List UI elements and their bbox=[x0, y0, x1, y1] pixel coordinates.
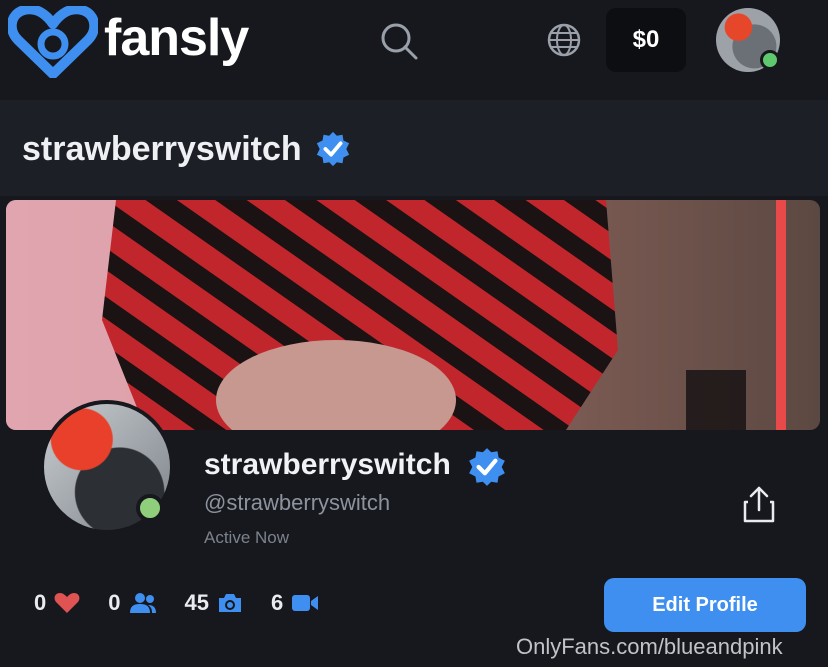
search-icon[interactable] bbox=[378, 20, 420, 62]
users-icon bbox=[129, 593, 156, 613]
likes-count: 0 bbox=[34, 590, 47, 615]
photos-stat[interactable]: 45 bbox=[185, 590, 243, 616]
verified-badge-icon bbox=[316, 131, 350, 167]
verified-badge-icon bbox=[469, 448, 505, 486]
share-icon[interactable] bbox=[740, 484, 778, 524]
fansly-logo-icon[interactable] bbox=[8, 6, 98, 78]
edit-profile-button[interactable]: Edit Profile bbox=[604, 578, 806, 632]
photos-count: 45 bbox=[184, 590, 209, 615]
videos-stat[interactable]: 6 bbox=[271, 590, 319, 616]
subscribers-count: 0 bbox=[108, 590, 121, 615]
video-camera-icon bbox=[292, 595, 319, 611]
brand-name[interactable]: fansly bbox=[104, 8, 249, 68]
online-indicator bbox=[760, 50, 780, 70]
camera-icon bbox=[218, 594, 241, 612]
profile-stats: 0 0 45 6 bbox=[34, 588, 347, 618]
videos-count: 6 bbox=[270, 590, 284, 615]
banner-photo bbox=[6, 200, 820, 430]
online-indicator-large bbox=[136, 494, 164, 522]
globe-icon[interactable] bbox=[546, 22, 582, 58]
profile-handle: @strawberryswitch bbox=[204, 490, 391, 515]
user-avatar[interactable] bbox=[716, 8, 780, 72]
heart-icon bbox=[54, 593, 80, 613]
profile-banner-image[interactable] bbox=[6, 200, 820, 430]
activity-status: Active Now bbox=[204, 528, 290, 547]
subscribers-stat[interactable]: 0 bbox=[108, 590, 156, 616]
wallet-balance-button[interactable]: $0 bbox=[606, 8, 686, 72]
likes-stat[interactable]: 0 bbox=[34, 590, 80, 616]
page-title: strawberryswitch bbox=[22, 130, 302, 168]
profile-display-name: strawberryswitch bbox=[204, 448, 451, 481]
watermark-text: OnlyFans.com/blueandpink bbox=[516, 634, 783, 659]
top-bar: fansly $0 bbox=[0, 0, 828, 96]
